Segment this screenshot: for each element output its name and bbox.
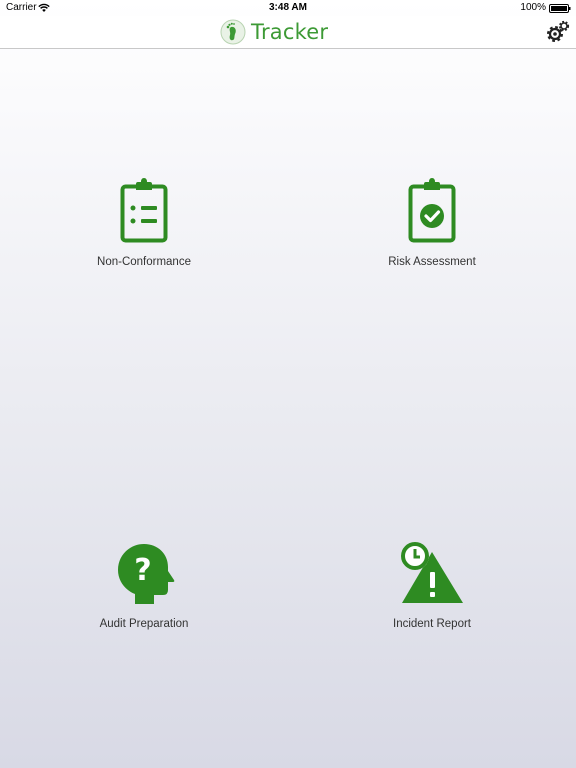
gear-icon[interactable] — [546, 20, 570, 44]
head-question-icon: ? — [118, 544, 175, 604]
clipboard-list-icon — [120, 178, 168, 243]
battery-percentage: 100% — [520, 2, 546, 13]
battery-icon — [549, 4, 571, 13]
tile-incident-report[interactable]: Incident Report — [332, 540, 532, 630]
tile-label: Risk Assessment — [388, 256, 476, 268]
tile-audit-preparation[interactable]: ? Audit Preparation — [44, 540, 244, 630]
app-logo: Tracker — [220, 18, 328, 46]
clock-warning-icon — [401, 542, 463, 603]
tile-label: Audit Preparation — [99, 618, 189, 630]
footprint-logo-icon — [220, 19, 246, 45]
app-title: Tracker — [251, 20, 329, 44]
svg-text:?: ? — [134, 553, 151, 588]
clipboard-check-icon — [408, 178, 456, 243]
navigation-bar: Tracker — [0, 16, 576, 49]
tile-label: Incident Report — [393, 618, 471, 630]
tile-non-conformance[interactable]: Non-Conformance — [44, 178, 244, 268]
status-bar: Carrier 3:48 AM 100% — [0, 0, 576, 16]
status-time: 3:48 AM — [269, 2, 307, 13]
tile-label: Non-Conformance — [97, 256, 191, 268]
tile-risk-assessment[interactable]: Risk Assessment — [332, 178, 532, 268]
